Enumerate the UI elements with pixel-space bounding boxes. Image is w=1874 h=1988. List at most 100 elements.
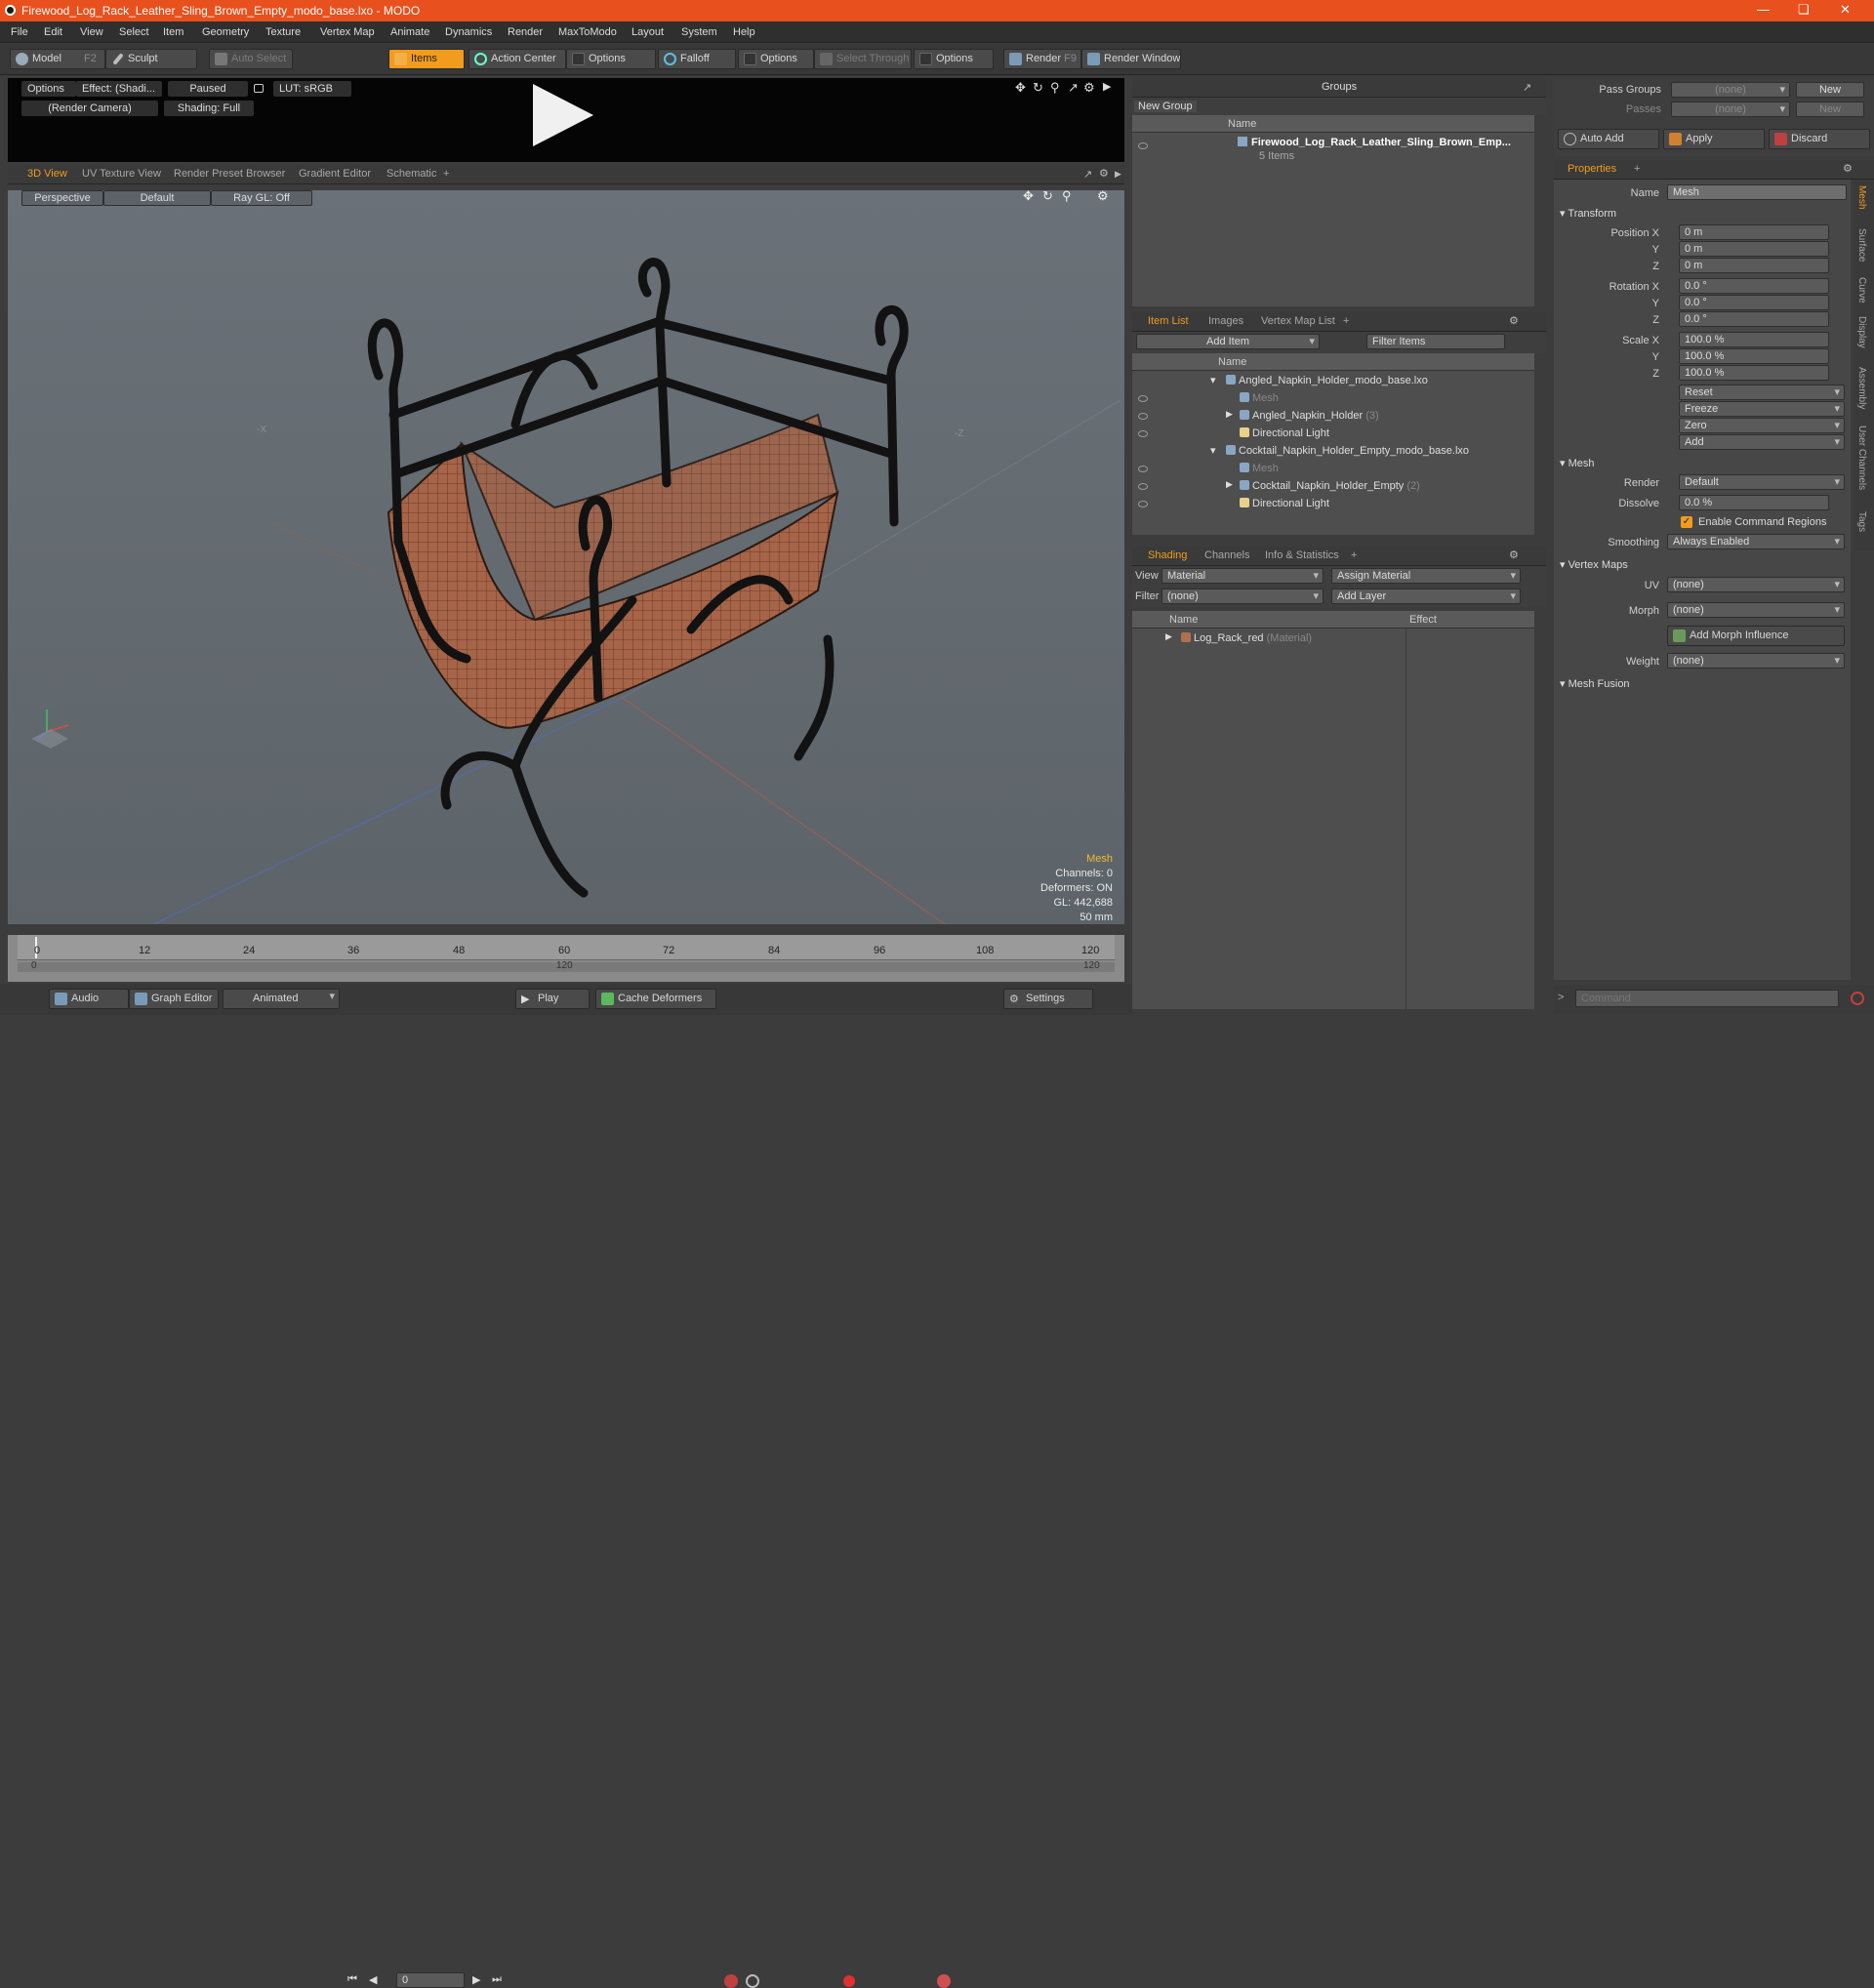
side-tab-curve[interactable]: Curve: [1856, 277, 1867, 304]
eye-icon[interactable]: [1138, 501, 1148, 507]
list-item[interactable]: ▶ Angled_Napkin_Holder (3): [1132, 408, 1534, 426]
close-icon[interactable]: ✕: [1840, 2, 1851, 18]
tab-info-statistics[interactable]: Info & Statistics: [1265, 549, 1339, 561]
apply-button[interactable]: Apply: [1663, 129, 1765, 149]
eye-icon[interactable]: [1138, 413, 1148, 420]
gear-icon[interactable]: ⚙: [1509, 548, 1519, 561]
side-tab-assembly[interactable]: Assembly: [1856, 367, 1867, 409]
animated-dropdown[interactable]: Animated: [223, 989, 340, 1009]
assign-material-dropdown[interactable]: Assign Material: [1331, 568, 1521, 584]
graph-editor-button[interactable]: Graph Editor: [129, 989, 219, 1009]
menu-layout[interactable]: Layout: [631, 26, 664, 38]
new-pass-button[interactable]: New: [1796, 101, 1864, 117]
add-layer-dropdown[interactable]: Add Layer: [1331, 588, 1521, 604]
frame-input[interactable]: 0: [396, 1972, 465, 1988]
scene-canvas[interactable]: -X -Z: [8, 190, 1124, 924]
sculpt-button[interactable]: Sculpt: [105, 49, 197, 69]
menu-geometry[interactable]: Geometry: [202, 26, 249, 38]
expand-icon[interactable]: ↗: [1068, 80, 1079, 96]
tab-properties[interactable]: Properties: [1568, 163, 1616, 175]
section-transform[interactable]: ▾ Transform: [1560, 207, 1616, 220]
auto-select-button[interactable]: Auto Select: [209, 49, 293, 69]
position-y-input[interactable]: 0 m: [1679, 241, 1829, 257]
menu-render[interactable]: Render: [508, 26, 543, 38]
settings-button[interactable]: ⚙ Settings: [1003, 989, 1093, 1009]
menu-item[interactable]: Item: [163, 26, 183, 38]
scale-y-input[interactable]: 100.0 %: [1679, 348, 1829, 364]
gear-icon[interactable]: ⚙: [1509, 314, 1519, 327]
model-button[interactable]: Model F2: [10, 49, 105, 69]
gear-icon[interactable]: ⚙: [1083, 80, 1095, 96]
position-x-input[interactable]: 0 m: [1679, 224, 1829, 240]
next-frame-icon[interactable]: ▶: [472, 1973, 480, 1986]
eye-icon[interactable]: [1138, 430, 1148, 437]
tab-channels[interactable]: Channels: [1204, 549, 1249, 561]
add-morph-influence-button[interactable]: Add Morph Influence: [1667, 626, 1845, 646]
menu-select[interactable]: Select: [119, 26, 149, 38]
menu-maxtomodo[interactable]: MaxToModo: [558, 26, 617, 38]
effect-dropdown[interactable]: Effect: (Shadi...: [76, 81, 162, 97]
falloff-button[interactable]: Falloff: [658, 49, 736, 69]
rotate-icon[interactable]: ↻: [1033, 80, 1043, 96]
eye-icon[interactable]: [1138, 466, 1148, 472]
tab-render-preset-browser[interactable]: Render Preset Browser: [174, 168, 285, 180]
expand-icon[interactable]: ↗: [1523, 81, 1531, 94]
items-button[interactable]: Items: [388, 49, 465, 69]
menu-system[interactable]: System: [681, 26, 717, 38]
options-button-1[interactable]: Options: [566, 49, 656, 69]
tab-item-list[interactable]: Item List: [1148, 315, 1189, 327]
filter-dropdown[interactable]: (none): [1161, 588, 1324, 604]
add-item-dropdown[interactable]: Add Item: [1136, 334, 1320, 349]
filter-items-input[interactable]: Filter Items: [1366, 334, 1505, 349]
side-tab-mesh[interactable]: Mesh: [1856, 185, 1867, 209]
render-dropdown[interactable]: Default: [1679, 474, 1845, 490]
add-tab-button[interactable]: +: [1351, 549, 1357, 561]
list-item[interactable]: Directional Light: [1132, 426, 1534, 443]
group-name[interactable]: Firewood_Log_Rack_Leather_Sling_Brown_Em…: [1251, 137, 1511, 148]
list-item[interactable]: ▾ Cocktail_Napkin_Holder_Empty_modo_base.…: [1132, 443, 1534, 461]
scale-x-input[interactable]: 100.0 %: [1679, 332, 1829, 347]
view-dropdown[interactable]: Material: [1161, 568, 1324, 584]
expand-icon[interactable]: ↗: [1083, 168, 1092, 181]
tab-3d-view[interactable]: 3D View: [27, 168, 67, 180]
add-tab-button[interactable]: +: [443, 168, 449, 180]
section-mesh[interactable]: ▾ Mesh: [1560, 457, 1594, 469]
weight-dropdown[interactable]: (none): [1667, 653, 1845, 669]
action-center-button[interactable]: Action Center: [468, 49, 566, 69]
side-tab-user-channels[interactable]: User Channels: [1856, 426, 1867, 490]
maximize-icon[interactable]: ❏: [1798, 2, 1810, 18]
new-group-button[interactable]: New Group: [1134, 101, 1197, 112]
section-mesh-fusion[interactable]: ▾ Mesh Fusion: [1560, 677, 1630, 690]
list-item[interactable]: Mesh: [1132, 461, 1534, 478]
discard-button[interactable]: Discard: [1769, 129, 1870, 149]
rotation-y-input[interactable]: 0.0 °: [1679, 295, 1829, 310]
chevron-right-icon[interactable]: ▶: [1115, 169, 1121, 180]
menu-vertex-map[interactable]: Vertex Map: [320, 26, 375, 38]
tab-gradient-editor[interactable]: Gradient Editor: [299, 168, 371, 180]
tab-images[interactable]: Images: [1208, 315, 1243, 327]
render-window-button[interactable]: Render Window: [1081, 49, 1181, 69]
tab-shading[interactable]: Shading: [1148, 549, 1187, 561]
group-row[interactable]: Firewood_Log_Rack_Leather_Sling_Brown_Em…: [1132, 135, 1534, 164]
side-tab-display[interactable]: Display: [1856, 316, 1867, 348]
checkbox-icon[interactable]: ✓: [1681, 516, 1692, 528]
list-item[interactable]: ▾ Angled_Napkin_Holder_modo_base.lxo: [1132, 373, 1534, 390]
name-input[interactable]: Mesh: [1667, 184, 1847, 200]
new-pass-group-button[interactable]: New: [1796, 82, 1864, 98]
scale-z-input[interactable]: 100.0 %: [1679, 365, 1829, 381]
tab-schematic[interactable]: Schematic: [387, 168, 436, 180]
tab-uv-texture-view[interactable]: UV Texture View: [82, 168, 161, 180]
section-vertex-maps[interactable]: ▾ Vertex Maps: [1560, 558, 1628, 571]
cache-deformers-button[interactable]: Cache Deformers: [595, 989, 716, 1009]
uv-dropdown[interactable]: (none): [1667, 577, 1845, 592]
auto-add-button[interactable]: Auto Add: [1558, 129, 1659, 149]
zoom-icon[interactable]: ⚲: [1050, 80, 1060, 96]
side-tab-tags[interactable]: Tags: [1856, 511, 1867, 532]
menu-edit[interactable]: Edit: [44, 26, 62, 38]
minimize-icon[interactable]: —: [1757, 2, 1770, 17]
prev-frame-icon[interactable]: ◀: [369, 1973, 377, 1986]
eye-icon[interactable]: [1138, 395, 1148, 402]
passes-dropdown[interactable]: (none): [1671, 101, 1790, 117]
first-frame-icon[interactable]: ⏮: [347, 1973, 357, 1986]
menu-file[interactable]: File: [11, 26, 28, 38]
